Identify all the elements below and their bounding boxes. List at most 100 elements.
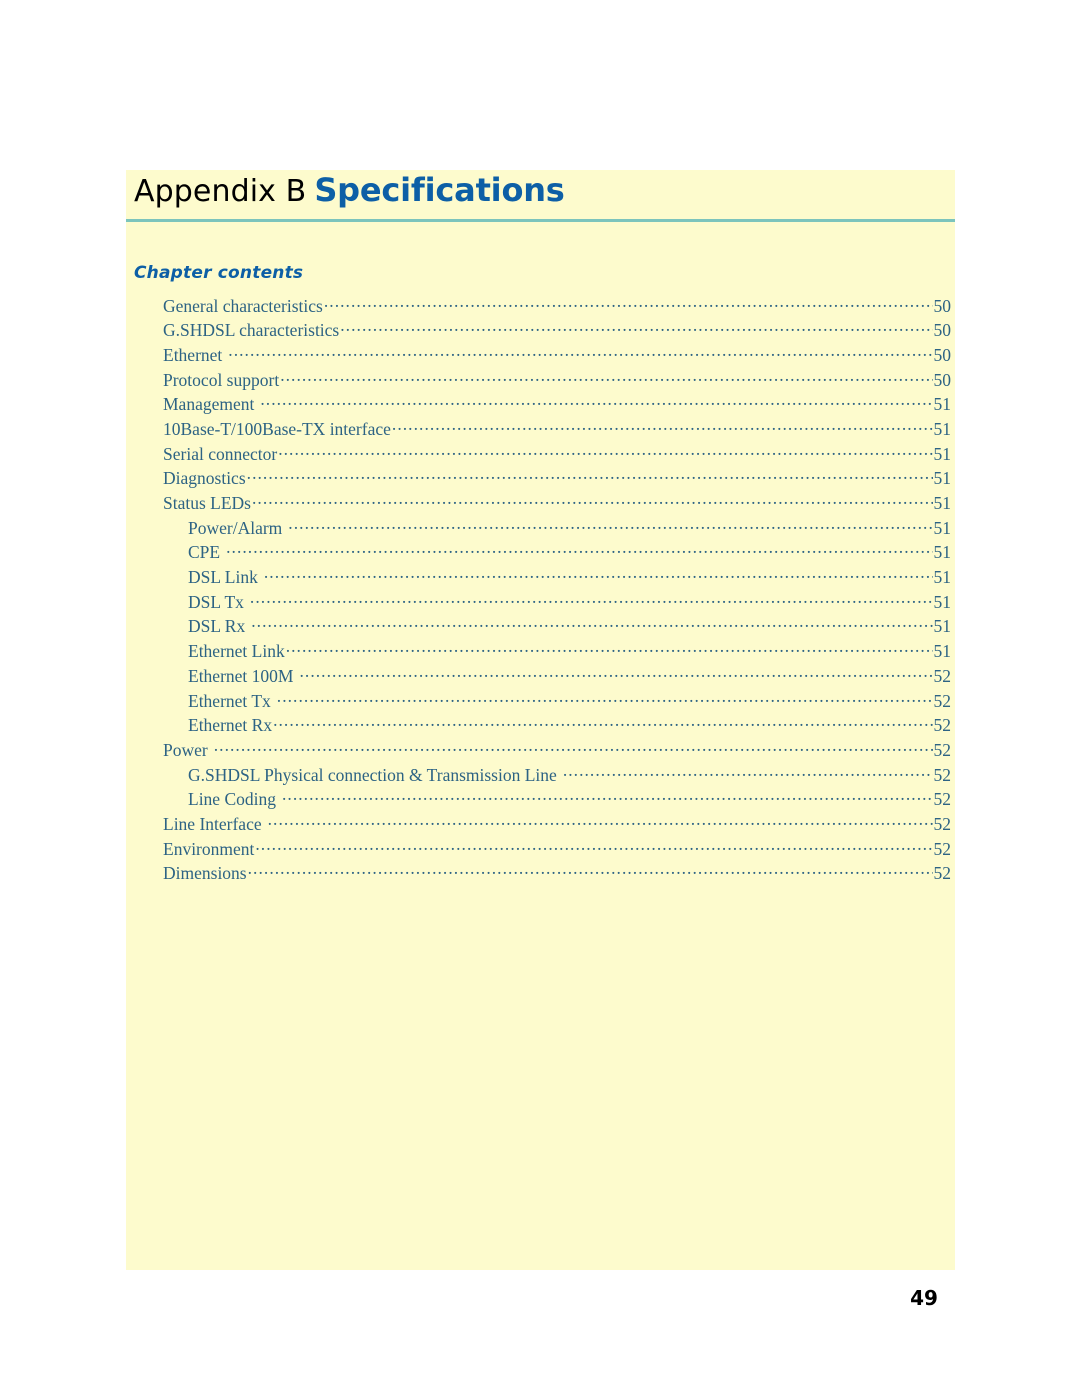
toc-entry[interactable]: Ethernet Tx 52: [126, 689, 955, 714]
toc-leader-dots: [288, 516, 932, 534]
toc-entry-page: 51: [933, 468, 952, 489]
toc-entry-label: G.SHDSL Physical connection & Transmissi…: [188, 764, 557, 785]
toc-entry[interactable]: G.SHDSL characteristics 50: [126, 319, 955, 344]
toc-entry-label: Serial connector: [163, 443, 278, 464]
toc-entry-page: 52: [933, 813, 952, 834]
toc-entry-label: Dimensions: [163, 863, 247, 884]
chapter-contents-heading: Chapter contents: [134, 263, 304, 283]
toc-leader-dots: [226, 541, 932, 559]
toc-leader-dots: [248, 862, 933, 880]
chapter-prefix: Appendix B: [134, 174, 307, 209]
toc-entry[interactable]: Line Interface 52: [126, 812, 955, 837]
toc-entry-label: Protocol support: [163, 369, 280, 390]
table-of-contents: General characteristics50G.SHDSL charact…: [126, 294, 955, 887]
toc-entry-label: DSL Tx: [188, 591, 244, 612]
content-panel: Appendix B Specifications Chapter content…: [126, 170, 955, 1270]
title-divider: [126, 219, 955, 222]
toc-entry[interactable]: DSL Link 51: [126, 566, 955, 591]
toc-entry[interactable]: G.SHDSL Physical connection & Transmissi…: [126, 763, 955, 788]
toc-entry-page: 52: [933, 764, 952, 785]
toc-entry[interactable]: Ethernet 50: [126, 343, 955, 368]
toc-entry-label: DSL Rx: [188, 616, 246, 637]
toc-entry-label: 10Base-T/100Base-TX interface: [163, 418, 391, 439]
toc-entry[interactable]: DSL Rx 51: [126, 615, 955, 640]
toc-entry[interactable]: Line Coding 52: [126, 788, 955, 813]
toc-entry-label: Ethernet Rx: [188, 715, 273, 736]
toc-entry-page: 50: [933, 295, 952, 316]
toc-entry[interactable]: Environment 52: [126, 837, 955, 862]
page-title: Appendix B Specifications: [134, 174, 565, 207]
toc-leader-dots: [324, 294, 933, 312]
toc-entry[interactable]: Power/Alarm 51: [126, 516, 955, 541]
toc-leader-dots: [340, 319, 932, 337]
toc-entry-page: 52: [933, 665, 952, 686]
toc-entry-page: 51: [933, 418, 952, 439]
toc-leader-dots: [286, 640, 933, 658]
toc-entry-page: 50: [933, 369, 952, 390]
chapter-title-text: Specifications: [314, 171, 565, 209]
toc-entry-page: 52: [933, 789, 952, 810]
toc-entry-label: Line Coding: [188, 789, 276, 810]
toc-entry[interactable]: Management 51: [126, 393, 955, 418]
toc-entry[interactable]: Protocol support 50: [126, 368, 955, 393]
toc-entry-label: General characteristics: [163, 295, 323, 316]
toc-entry-page: 51: [933, 641, 952, 662]
toc-leader-dots: [255, 837, 932, 855]
toc-entry[interactable]: Ethernet 100M 52: [126, 664, 955, 689]
toc-entry-label: Power/Alarm: [188, 517, 283, 538]
toc-leader-dots: [250, 590, 933, 608]
toc-leader-dots: [277, 689, 933, 707]
toc-entry-label: Power: [163, 739, 208, 760]
toc-leader-dots: [273, 714, 932, 732]
toc-entry[interactable]: Power 52: [126, 738, 955, 763]
toc-entry-page: 52: [933, 690, 952, 711]
toc-leader-dots: [268, 812, 933, 830]
toc-entry[interactable]: DSL Tx 51: [126, 590, 955, 615]
toc-entry-page: 51: [933, 542, 952, 563]
toc-entry-page: 50: [933, 320, 952, 341]
toc-entry-label: Management: [163, 394, 255, 415]
toc-leader-dots: [247, 467, 933, 485]
toc-entry[interactable]: Ethernet Rx 52: [126, 714, 955, 739]
toc-entry-label: Ethernet: [163, 344, 223, 365]
toc-entry-label: Environment: [163, 838, 255, 859]
toc-leader-dots: [228, 343, 932, 361]
toc-entry[interactable]: 10Base-T/100Base-TX interface 51: [126, 417, 955, 442]
toc-entry-page: 51: [933, 394, 952, 415]
toc-entry-label: Status LEDs: [163, 493, 251, 513]
toc-entry-page: 51: [933, 616, 952, 637]
toc-entry-page: 52: [933, 838, 952, 859]
toc-entry-page: 52: [933, 739, 952, 760]
toc-entry-page: 51: [933, 443, 952, 464]
toc-entry-label: Ethernet Link: [188, 641, 285, 662]
toc-leader-dots: [278, 442, 932, 460]
toc-leader-dots: [214, 738, 933, 756]
toc-entry[interactable]: General characteristics 50: [126, 294, 955, 319]
toc-entry-label: Diagnostics: [163, 468, 246, 489]
toc-entry-page: 51: [933, 493, 952, 513]
toc-entry-label: Ethernet Tx: [188, 690, 271, 711]
toc-entry[interactable]: Dimensions 52: [126, 862, 955, 887]
toc-leader-dots: [252, 492, 933, 510]
toc-leader-dots: [264, 566, 933, 584]
toc-entry-label: DSL Link: [188, 567, 258, 588]
toc-leader-dots: [251, 615, 932, 633]
toc-entry-page: 51: [933, 517, 952, 538]
toc-entry[interactable]: Diagnostics 51: [126, 467, 955, 492]
toc-entry[interactable]: Ethernet Link 51: [126, 640, 955, 665]
toc-entry-label: CPE: [188, 542, 221, 563]
toc-leader-dots: [282, 788, 933, 806]
page-folio: 49: [910, 1286, 938, 1310]
toc-entry-page: 51: [933, 591, 952, 612]
toc-entry-page: 50: [933, 344, 952, 365]
toc-leader-dots: [299, 664, 932, 682]
toc-entry[interactable]: Status LEDs 51: [126, 492, 955, 517]
toc-entry-page: 51: [933, 567, 952, 588]
toc-entry-page: 52: [933, 715, 952, 736]
toc-leader-dots: [280, 368, 932, 386]
toc-entry[interactable]: CPE 51: [126, 541, 955, 566]
toc-entry[interactable]: Serial connector 51: [126, 442, 955, 467]
toc-entry-label: G.SHDSL characteristics: [163, 320, 340, 341]
toc-leader-dots: [392, 417, 933, 435]
toc-entry-label: Line Interface: [163, 813, 262, 834]
